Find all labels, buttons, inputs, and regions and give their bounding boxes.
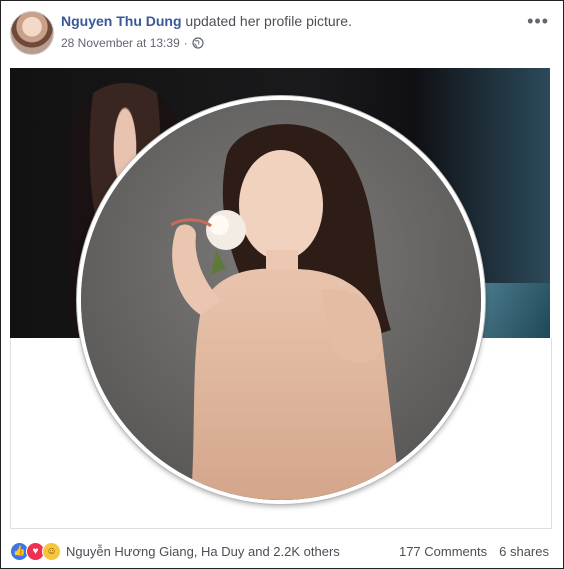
reactions-text[interactable]: Nguyễn Hương Giang, Ha Duy and 2.2K othe…: [66, 544, 340, 559]
reactions-summary[interactable]: 👍 ♥ ☺ Nguyễn Hương Giang, Ha Duy and 2.2…: [10, 542, 340, 561]
shares-count[interactable]: 6 shares: [499, 544, 549, 559]
comments-count[interactable]: 177 Comments: [399, 544, 487, 559]
post-stats: 177 Comments 6 shares: [399, 544, 549, 559]
author-name-link[interactable]: Nguyen Thu Dung: [61, 13, 182, 29]
post-meta: 28 November at 13:39 ·: [61, 36, 204, 50]
cover-decoration: [480, 283, 550, 338]
haha-icon[interactable]: ☺: [42, 542, 61, 561]
post-header: Nguyen Thu Dung updated her profile pict…: [61, 13, 352, 29]
more-options-icon[interactable]: •••: [527, 11, 549, 32]
globe-icon[interactable]: [192, 37, 204, 49]
facebook-post: Nguyen Thu Dung updated her profile pict…: [0, 0, 564, 569]
meta-separator: ·: [183, 36, 188, 50]
author-avatar[interactable]: [10, 11, 54, 55]
post-action-text: updated her profile picture.: [181, 13, 352, 29]
profile-picture[interactable]: [77, 96, 485, 504]
post-timestamp[interactable]: 28 November at 13:39: [61, 36, 180, 50]
profile-portrait-image: [81, 100, 481, 500]
